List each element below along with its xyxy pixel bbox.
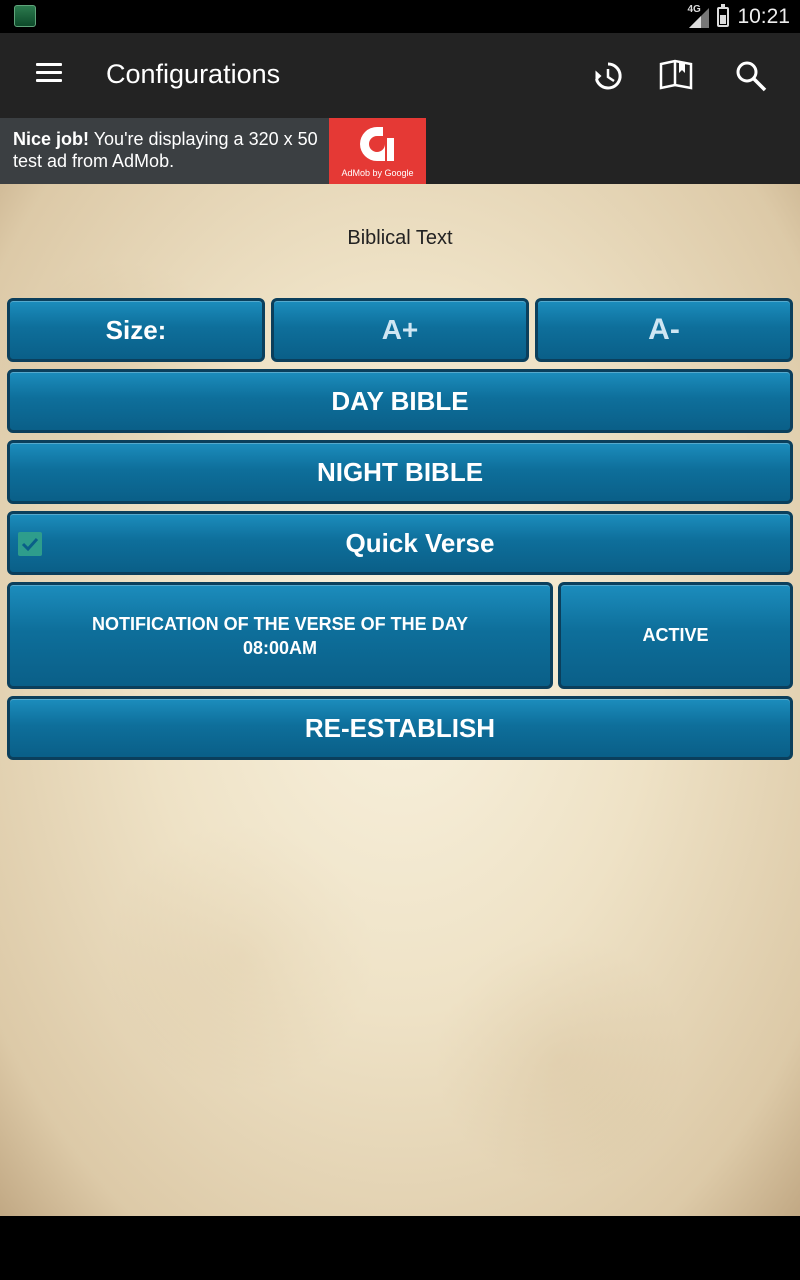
status-bar: 4G 10:21 [0,0,800,33]
notification-active-button[interactable]: ACTIVE [558,582,793,689]
quick-verse-label: Quick Verse [345,527,495,558]
decrease-text-size-button[interactable]: A- [535,298,793,362]
ad-banner[interactable]: Nice job! You're displaying a 320 x 50 t… [0,118,800,184]
quick-verse-toggle[interactable]: Quick Verse [7,511,793,575]
page-title: Configurations [106,59,281,89]
verse-notification-button[interactable]: NOTIFICATION OF THE VERSE OF THE DAY 08:… [7,582,553,689]
increase-text-size-button[interactable]: A+ [271,298,529,362]
history-icon[interactable] [588,57,626,95]
ad-headline: Nice job! [13,129,90,149]
reestablish-button[interactable]: RE-ESTABLISH [7,696,793,760]
system-nav-bar [0,1216,800,1280]
day-bible-button[interactable]: DAY BIBLE [7,369,793,433]
admob-icon [360,127,394,161]
ad-text[interactable]: Nice job! You're displaying a 320 x 50 t… [0,118,329,184]
check-icon [21,537,39,552]
night-bible-button[interactable]: NIGHT BIBLE [7,440,793,504]
admob-logo[interactable]: AdMob by Google [329,118,426,184]
size-label-button: Size: [7,298,265,362]
notification-label: NOTIFICATION OF THE VERSE OF THE DAY [91,613,469,634]
app-notification-icon [14,5,36,27]
status-indicators: 4G 10:21 [687,4,790,30]
notification-time: 08:00AM [242,637,318,658]
signal-icon: 4G [687,4,710,28]
search-icon[interactable] [732,57,770,95]
battery-icon [717,4,730,27]
app-bar: Configurations [0,33,800,118]
menu-icon[interactable] [36,63,62,83]
quick-verse-checkbox[interactable] [18,532,42,556]
section-heading: Biblical Text [347,227,453,249]
book-icon[interactable] [657,57,695,95]
settings-panel: Biblical Text Size: A+ A- DAY BIBLE NIGH… [0,184,800,1216]
status-clock: 10:21 [737,5,790,28]
ad-logo-caption: AdMob by Google [341,168,414,178]
